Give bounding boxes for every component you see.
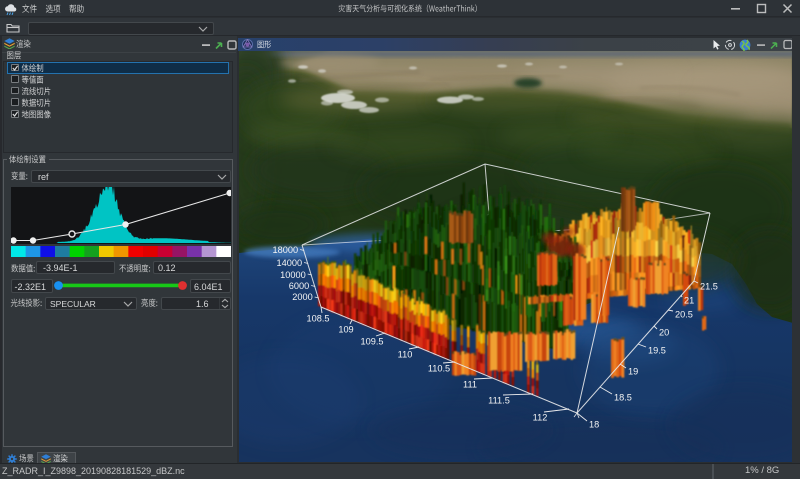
svg-text:112: 112 <box>533 413 548 423</box>
svg-text:18: 18 <box>589 420 599 430</box>
svg-text:109: 109 <box>338 325 353 335</box>
svg-text:20.5: 20.5 <box>675 310 693 320</box>
svg-text:110: 110 <box>398 350 413 360</box>
svg-text:2000: 2000 <box>292 292 312 302</box>
svg-text:6000: 6000 <box>289 281 309 291</box>
svg-text:19.5: 19.5 <box>648 346 666 356</box>
svg-text:21: 21 <box>684 296 694 306</box>
svg-text:18000: 18000 <box>273 245 299 255</box>
svg-text:20: 20 <box>659 328 669 338</box>
svg-text:10000: 10000 <box>280 270 306 280</box>
svg-text:111.5: 111.5 <box>488 396 510 406</box>
svg-text:109.5: 109.5 <box>361 337 384 347</box>
svg-text:108.5: 108.5 <box>307 314 330 324</box>
svg-text:19: 19 <box>628 367 638 377</box>
svg-text:18.5: 18.5 <box>614 393 632 403</box>
svg-text:111: 111 <box>463 380 477 390</box>
svg-text:14000: 14000 <box>277 258 303 268</box>
svg-text:110.5: 110.5 <box>428 364 450 374</box>
svg-text:21.5: 21.5 <box>700 282 718 292</box>
